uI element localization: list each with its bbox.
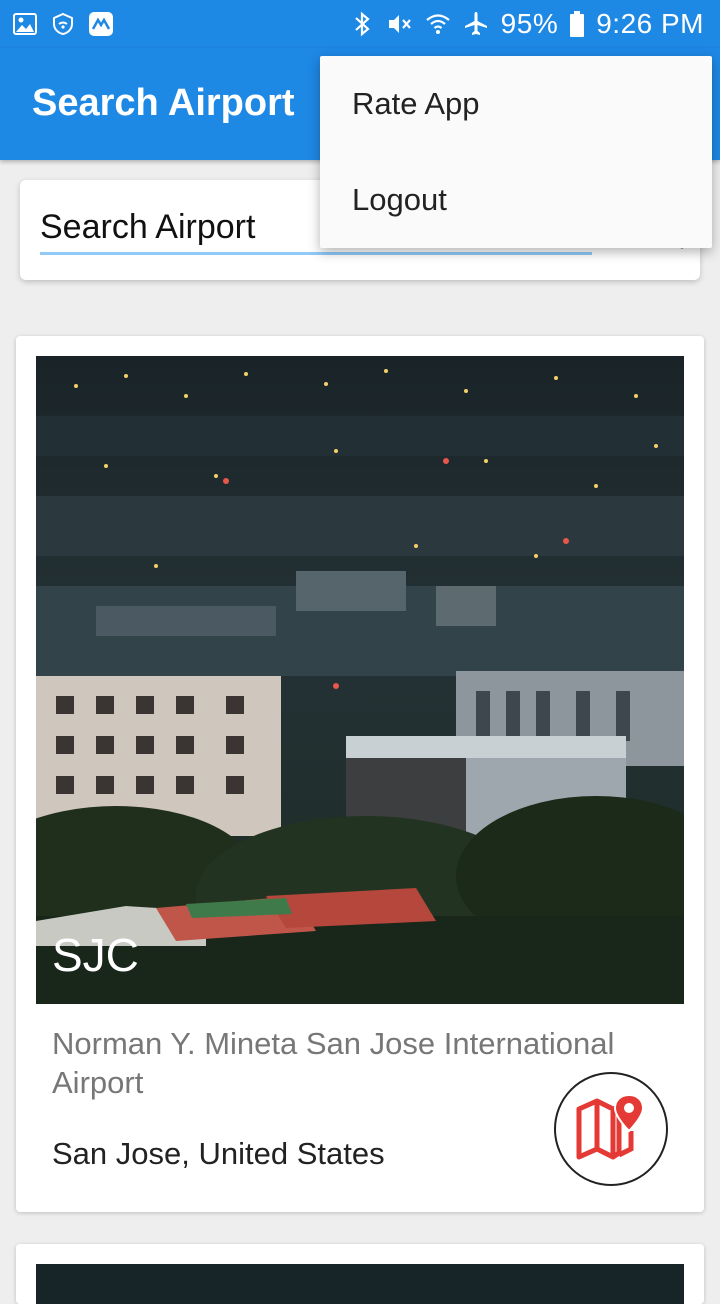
airport-card-next[interactable] <box>16 1244 704 1304</box>
airport-code: SJC <box>52 929 139 981</box>
app-icon <box>88 11 114 37</box>
status-bar-left <box>12 11 114 37</box>
page-title: Search Airport <box>32 82 295 124</box>
airport-name: Norman Y. Mineta San Jose International … <box>52 1026 615 1100</box>
bluetooth-icon <box>349 11 375 37</box>
map-button[interactable] <box>554 1072 668 1186</box>
menu-item-logout[interactable]: Logout <box>320 152 712 248</box>
status-bar: 95% 9:26 PM <box>0 0 720 48</box>
status-time: 9:26 PM <box>596 8 704 39</box>
city-night-photo <box>36 356 684 1004</box>
wifi-icon <box>425 11 451 37</box>
mute-icon <box>387 11 413 37</box>
airplane-icon <box>463 11 489 37</box>
overflow-menu: Rate App Logout <box>320 56 712 248</box>
airport-location: San Jose, United States <box>52 1136 385 1171</box>
airport-card[interactable]: SJC Norman Y. Mineta San Jose Internatio… <box>16 336 704 1212</box>
map-pin-icon <box>576 1093 645 1160</box>
menu-item-rate-app[interactable]: Rate App <box>320 56 712 152</box>
battery-icon <box>570 11 585 37</box>
airport-image-next <box>36 1264 684 1304</box>
gallery-icon <box>12 11 38 37</box>
wifi-shield-icon <box>50 11 76 37</box>
battery-percent: 95% <box>500 8 559 39</box>
status-bar-right: 95% 9:26 PM <box>349 8 704 40</box>
airport-image: SJC <box>36 356 684 1004</box>
